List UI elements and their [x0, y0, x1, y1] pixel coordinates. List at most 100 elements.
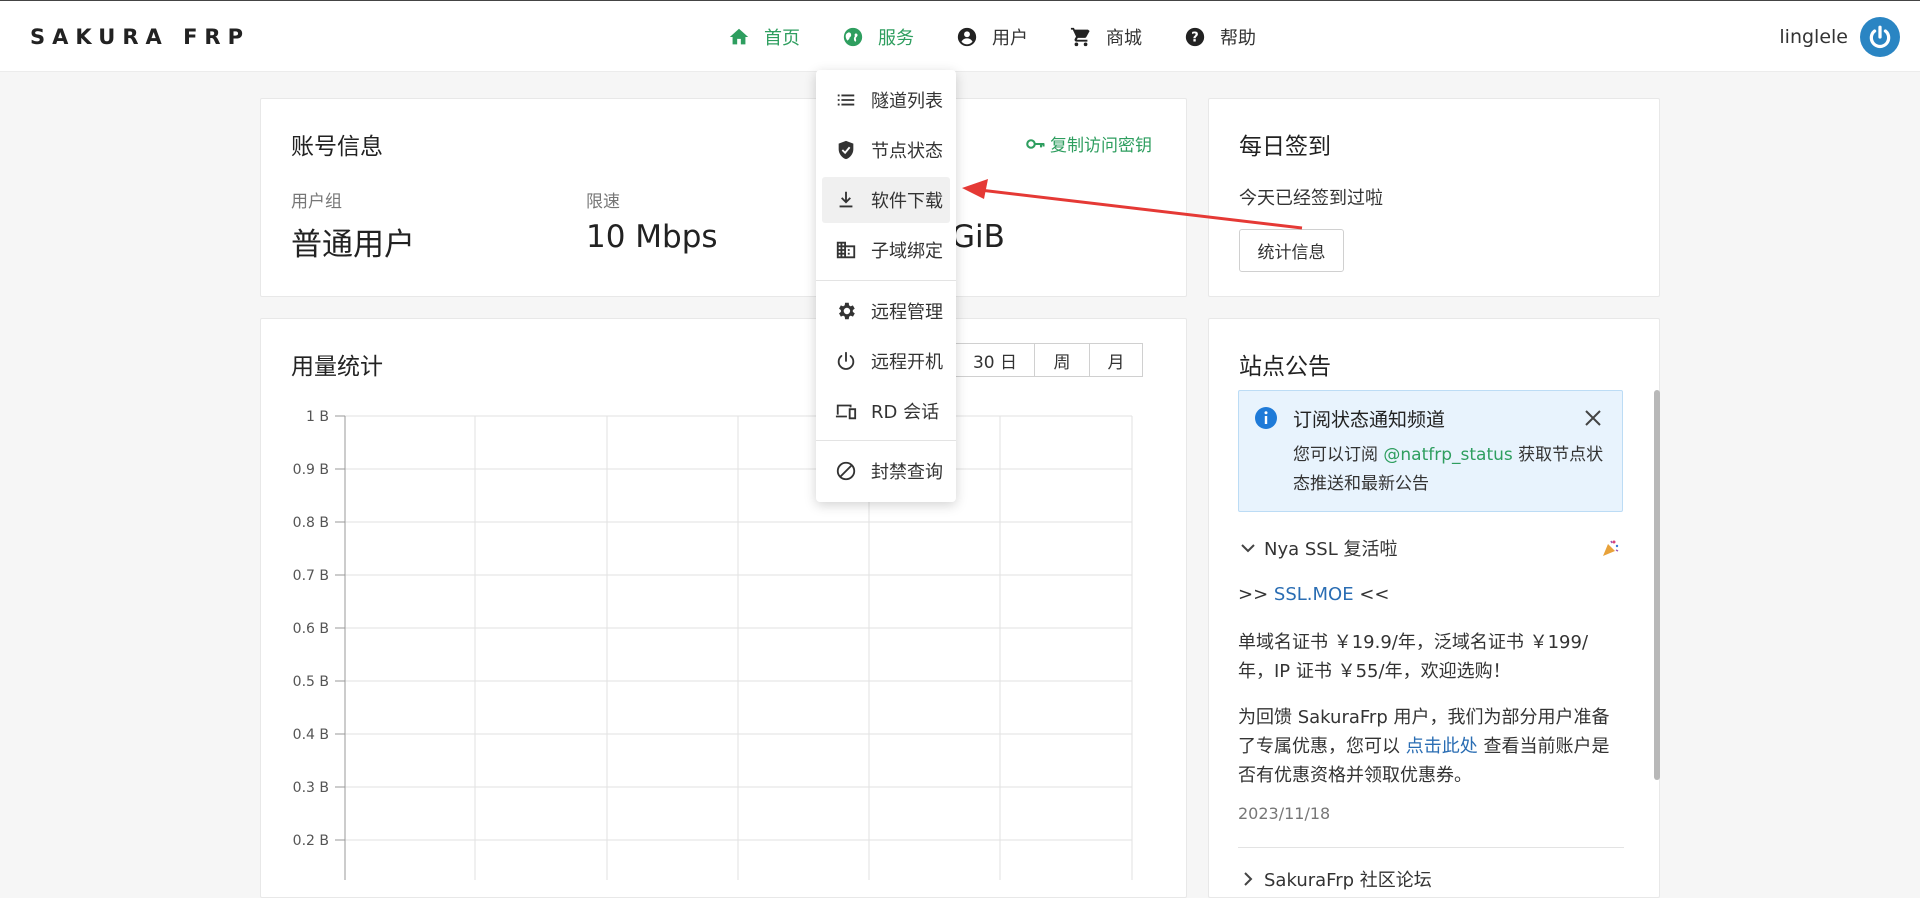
notice-handle-link[interactable]: @natfrp_status — [1383, 445, 1512, 465]
ssl-pricing-text: 单域名证书 ￥19.9/年，泛域名证书 ￥199/ 年，IP 证书 ￥55/年，… — [1238, 628, 1638, 686]
ssl-link-suffix: << — [1359, 584, 1390, 605]
nav-user[interactable]: 用户 — [956, 24, 1028, 50]
group-label: 用户组 — [291, 192, 342, 212]
download-icon — [839, 191, 853, 208]
menu-divider — [816, 440, 956, 441]
menu-divider — [816, 280, 956, 281]
menu-item-node-status[interactable]: 节点状态 — [822, 127, 950, 173]
range-month[interactable]: 月 — [1089, 343, 1143, 377]
notice-body: 您可以订阅 @natfrp_status 获取节点状 态推送和最新公告 — [1293, 441, 1623, 499]
y-tick-label: 0.8 B — [293, 515, 329, 531]
y-tick-label: 0.3 B — [293, 780, 329, 796]
y-tick-label: 0.4 B — [293, 727, 329, 743]
key-icon — [1026, 138, 1045, 149]
list-icon — [837, 94, 855, 106]
shield-check-icon — [838, 140, 854, 160]
menu-item-remote-boot-label: 远程开机 — [871, 352, 943, 373]
announcements-scrollbar[interactable] — [1654, 390, 1660, 780]
stats-button[interactable]: 统计信息 — [1239, 229, 1344, 272]
ssl-link-line: >> SSL.MOE << — [1238, 580, 1390, 609]
range-week[interactable]: 周 — [1034, 343, 1090, 377]
ssl-link-prefix: >> — [1238, 584, 1269, 605]
nav-shop[interactable]: 商城 — [1070, 24, 1142, 50]
menu-item-rd-session-label: RD 会话 — [871, 402, 940, 423]
discount-line1: 为回馈 SakuraFrp 用户，我们为部分用户准备 — [1238, 707, 1610, 728]
nav-home[interactable]: 首页 — [728, 24, 800, 50]
chevron-right-icon — [1244, 872, 1253, 886]
speed-value: 10 Mbps — [586, 219, 718, 255]
notice-text-2: 获取节点状 — [1518, 445, 1604, 465]
nav-services-label: 服务 — [878, 28, 914, 49]
discount-line2b: 查看当前账户是 — [1483, 736, 1610, 757]
range-30d[interactable]: 30 日 — [955, 343, 1035, 377]
usage-chart: 1 B 0.9 B 0.8 B 0.7 B 0.6 B 0.5 B 0.4 B 0.3 B 0.… — [293, 409, 1133, 880]
y-tick-label: 0.7 B — [293, 568, 329, 584]
annotation-arrow — [962, 179, 1303, 230]
cart-icon — [1070, 27, 1090, 47]
copy-access-key-label: 复制访问密钥 — [1050, 136, 1152, 156]
block-icon — [836, 461, 856, 481]
menu-item-subdomain-label: 子域绑定 — [871, 241, 943, 262]
building-icon — [836, 241, 856, 259]
notice-text-1: 您可以订阅 — [1293, 445, 1378, 465]
main-nav: 首页 服务 用户 商城 ? 帮助 — [728, 1, 1298, 73]
menu-item-tunnels-label: 隧道列表 — [871, 91, 943, 112]
arrow-head — [962, 179, 988, 199]
globe-icon — [843, 27, 863, 47]
menu-item-rd-session[interactable]: RD 会话 — [822, 388, 950, 434]
power-icon — [837, 351, 855, 370]
announcement-divider — [1238, 847, 1624, 848]
ssl-pricing-line1: 单域名证书 ￥19.9/年，泛域名证书 ￥199/ — [1238, 632, 1589, 653]
announcement-item-1-title: Nya SSL 复活啦 — [1264, 539, 1398, 560]
y-tick-label: 0.2 B — [293, 833, 329, 849]
power-icon — [1869, 25, 1891, 49]
brand-logo[interactable]: SAKURA FRP — [30, 25, 250, 49]
copy-access-key-link[interactable]: 复制访问密钥 — [1026, 131, 1152, 156]
avatar[interactable] — [1860, 17, 1900, 57]
close-icon[interactable] — [1584, 409, 1602, 427]
menu-item-remote-manage[interactable]: 远程管理 — [822, 288, 950, 334]
announcement-item-2-header[interactable]: SakuraFrp 社区论坛 — [1240, 866, 1432, 892]
group-value: 普通用户 — [291, 227, 415, 263]
chevron-down-icon — [1241, 544, 1255, 553]
range-selector: 30 日 周 月 — [936, 343, 1143, 377]
discount-line3: 否有优惠资格并领取优惠券。 — [1238, 765, 1472, 786]
party-popper-icon — [1603, 540, 1619, 556]
announcement-item-2-title: SakuraFrp 社区论坛 — [1264, 870, 1432, 891]
nav-services[interactable]: 服务 — [842, 24, 914, 50]
account-info-title: 账号信息 — [291, 134, 383, 160]
devices-icon — [835, 404, 857, 420]
menu-item-remote-boot[interactable]: 远程开机 — [822, 338, 950, 384]
user-circle-icon — [957, 27, 977, 47]
nav-home-label: 首页 — [764, 28, 800, 49]
discount-line2a: 了专属优惠，您可以 — [1238, 736, 1400, 757]
svg-text:?: ? — [1191, 31, 1198, 46]
menu-item-ban-query[interactable]: 封禁查询 — [822, 448, 950, 494]
announcement-item-1-header[interactable]: Nya SSL 复活啦 — [1240, 534, 1620, 562]
ssl-pricing-line2: 年，IP 证书 ￥55/年，欢迎选购！ — [1238, 661, 1511, 682]
notice-text-3: 态推送和最新公告 — [1293, 474, 1429, 494]
usage-title: 用量统计 — [291, 354, 383, 380]
nav-help[interactable]: ? 帮助 — [1184, 24, 1256, 50]
top-navbar: SAKURA FRP 首页 服务 用户 商城 ? 帮助 linglele — [0, 0, 1920, 72]
arrow-shaft — [979, 188, 1303, 230]
discount-text: 为回馈 SakuraFrp 用户，我们为部分用户准备 了专属优惠，您可以 点击此… — [1238, 703, 1638, 790]
checkin-title: 每日签到 — [1239, 134, 1331, 160]
menu-item-node-status-label: 节点状态 — [871, 141, 943, 162]
user-menu[interactable]: linglele — [1779, 17, 1900, 57]
ssl-moe-link[interactable]: SSL.MOE — [1274, 584, 1354, 605]
nav-shop-label: 商城 — [1106, 28, 1142, 49]
menu-item-tunnels[interactable]: 隧道列表 — [822, 77, 950, 123]
y-tick-label: 0.5 B — [293, 674, 329, 690]
gear-icon — [839, 302, 855, 320]
help-icon: ? — [1185, 27, 1205, 47]
click-here-link[interactable]: 点击此处 — [1406, 736, 1478, 757]
home-icon — [729, 28, 749, 45]
menu-item-subdomain[interactable]: 子域绑定 — [822, 227, 950, 273]
y-tick-label: 1 B — [306, 409, 329, 425]
nav-help-label: 帮助 — [1220, 28, 1256, 49]
menu-item-download[interactable]: 软件下载 — [822, 177, 950, 223]
username: linglele — [1779, 26, 1848, 48]
subscription-notice: 订阅状态通知频道 您可以订阅 @natfrp_status 获取节点状 态推送和… — [1238, 390, 1623, 512]
services-dropdown-menu: 隧道列表 节点状态 软件下载 子域绑定 远程管理 远程开机 RD 会话 封禁查询 — [816, 70, 956, 502]
